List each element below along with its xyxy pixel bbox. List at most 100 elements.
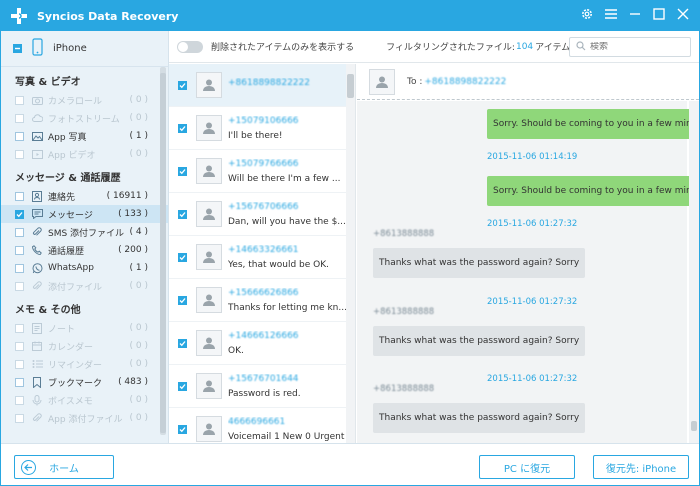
filtered-files-unit: アイテム xyxy=(535,43,571,53)
sidebar-item-count: ( 0 ) xyxy=(129,359,148,369)
message-checkbox[interactable] xyxy=(178,252,187,262)
message-phone-number: +14663326661 xyxy=(228,244,299,255)
message-list-item[interactable]: +15666626866 Thanks for letting me kn... xyxy=(169,279,355,322)
to-label: To : xyxy=(407,76,423,87)
message-checkbox[interactable] xyxy=(178,295,187,305)
voice-memo-icon xyxy=(31,394,43,406)
app-window: Syncios Data Recovery iPhone 写真 & ビデオ カメ… xyxy=(0,0,700,486)
maximize-icon[interactable] xyxy=(651,6,667,22)
message-checkbox[interactable] xyxy=(178,80,187,90)
sidebar-item-checkbox xyxy=(15,395,24,405)
sidebar-item-checkbox[interactable] xyxy=(15,245,24,255)
message-list-item[interactable]: +15079106666 I'll be there! xyxy=(169,107,355,150)
sidebar-item-attachment[interactable]: SMS 添付ファイル ( 4 ) xyxy=(1,223,168,241)
minimize-icon[interactable] xyxy=(627,6,643,22)
show-deleted-only-label: 削除されたアイテムのみを表示する xyxy=(211,43,355,53)
image-icon xyxy=(31,130,43,142)
conversation-body: Sorry. Should be coming to you in a few … xyxy=(357,101,699,443)
sidebar-item-checkbox[interactable] xyxy=(15,263,24,273)
sidebar-item-checkbox[interactable] xyxy=(15,227,24,237)
sidebar-item-image[interactable]: App 写真 ( 1 ) xyxy=(1,127,168,145)
category-heading: メモ & その他 xyxy=(15,304,81,316)
message-phone-number: 4666696661 xyxy=(228,416,286,427)
sent-message-bubble: Sorry. Should be coming to you in a few … xyxy=(487,176,699,206)
sidebar-item-label: SMS 添付ファイル xyxy=(48,228,125,239)
sidebar-item-bookmark[interactable]: ブックマーク ( 483 ) xyxy=(1,373,168,391)
sidebar-item-count: ( 0 ) xyxy=(129,323,148,333)
message-preview: Dan, will you have the $... xyxy=(228,216,346,227)
sidebar-item-count: ( 0 ) xyxy=(129,113,148,123)
sidebar-item-checkbox xyxy=(15,359,24,369)
device-row[interactable]: iPhone xyxy=(1,31,168,67)
search-icon xyxy=(576,40,586,54)
message-list-item[interactable]: 4666696661 Voicemail 1 New 0 Urgent xyxy=(169,408,355,443)
message-preview: I'll be there! xyxy=(228,130,283,141)
conversation-scrollbar[interactable] xyxy=(689,101,699,443)
message-checkbox[interactable] xyxy=(178,209,187,219)
sidebar-item-count: ( 1 ) xyxy=(129,131,148,141)
restore-to-pc-button[interactable]: PC に復元 xyxy=(479,455,575,479)
message-preview: Voicemail 1 New 0 Urgent xyxy=(228,431,345,442)
message-phone-number: +8618898822222 xyxy=(228,77,310,88)
device-name: iPhone xyxy=(53,43,87,54)
restore-to-pc-label: PC に復元 xyxy=(503,463,551,475)
contact-avatar-icon xyxy=(196,72,222,98)
search-input[interactable] xyxy=(590,42,690,52)
title-bar: Syncios Data Recovery xyxy=(1,1,699,31)
message-list-item[interactable]: +14666126666 OK. xyxy=(169,322,355,365)
sidebar-item-checkbox[interactable] xyxy=(15,131,24,141)
message-list-item[interactable]: +15676701644 Password is red. xyxy=(169,365,355,408)
video-icon xyxy=(31,148,43,160)
sidebar-item-cloud: フォトストリーム ( 0 ) xyxy=(1,109,168,127)
message-checkbox[interactable] xyxy=(178,166,187,176)
message-phone-number: +15079106666 xyxy=(228,115,299,126)
restore-to-iphone-button[interactable]: 復元先: iPhone xyxy=(593,455,689,479)
reminder-icon xyxy=(31,358,43,370)
home-button[interactable]: ホーム xyxy=(14,455,114,479)
message-list-scrollbar[interactable] xyxy=(346,64,355,443)
message-list-item[interactable]: +8618898822222 xyxy=(169,64,355,107)
sidebar-item-checkbox[interactable] xyxy=(15,209,24,219)
sidebar-item-contacts[interactable]: 連絡先 ( 16911 ) xyxy=(1,187,168,205)
sidebar-item-whatsapp[interactable]: WhatsApp ( 1 ) xyxy=(1,259,168,277)
sender-number: +8613888888 xyxy=(373,384,435,394)
message-checkbox[interactable] xyxy=(178,381,187,391)
message-timestamp: 2015-11-06 01:27:32 xyxy=(487,219,578,229)
sidebar-item-label: ノート xyxy=(48,324,76,335)
settings-gear-icon[interactable] xyxy=(579,6,595,22)
message-phone-number: +15676701644 xyxy=(228,373,299,384)
close-icon[interactable] xyxy=(675,6,691,22)
sidebar-item-label: 添付ファイル xyxy=(48,282,103,293)
contact-avatar-icon xyxy=(196,158,222,184)
message-phone-number: +14666126666 xyxy=(228,330,299,341)
sidebar-scrollbar[interactable] xyxy=(160,67,166,435)
message-list-item[interactable]: +14663326661 Yes, that would be OK. xyxy=(169,236,355,279)
message-checkbox[interactable] xyxy=(178,338,187,348)
message-checkbox[interactable] xyxy=(178,123,187,133)
sidebar-item-checkbox xyxy=(15,149,24,159)
message-timestamp: 2015-11-06 01:27:32 xyxy=(487,297,578,307)
sidebar-item-phone[interactable]: 通話履歴 ( 200 ) xyxy=(1,241,168,259)
message-icon xyxy=(31,208,43,220)
contact-avatar-icon xyxy=(196,330,222,356)
sidebar-item-message[interactable]: メッセージ ( 133 ) xyxy=(1,205,168,223)
device-select-all-checkbox[interactable] xyxy=(13,44,22,53)
to-number: +8618898822222 xyxy=(424,76,507,87)
message-list-item[interactable]: +15676706666 Dan, will you have the $... xyxy=(169,193,355,236)
phone-icon xyxy=(31,244,43,256)
message-checkbox[interactable] xyxy=(178,424,187,434)
message-list-item[interactable]: +15079766666 Will be there I'm a few ... xyxy=(169,150,355,193)
contacts-icon xyxy=(31,190,43,202)
search-box[interactable] xyxy=(569,37,691,57)
show-deleted-only-toggle[interactable] xyxy=(177,40,203,53)
message-phone-number: +15676706666 xyxy=(228,201,299,212)
whatsapp-icon xyxy=(31,262,43,274)
home-button-label: ホーム xyxy=(49,463,79,475)
menu-icon[interactable] xyxy=(603,6,619,22)
sidebar-item-checkbox[interactable] xyxy=(15,377,24,387)
category-heading: メッセージ & 通話履歴 xyxy=(15,172,121,184)
sidebar-item-count: ( 0 ) xyxy=(129,281,148,291)
message-phone-number: +15079766666 xyxy=(228,158,299,169)
sidebar-item-video: App ビデオ ( 0 ) xyxy=(1,145,168,163)
sidebar-item-checkbox[interactable] xyxy=(15,191,24,201)
